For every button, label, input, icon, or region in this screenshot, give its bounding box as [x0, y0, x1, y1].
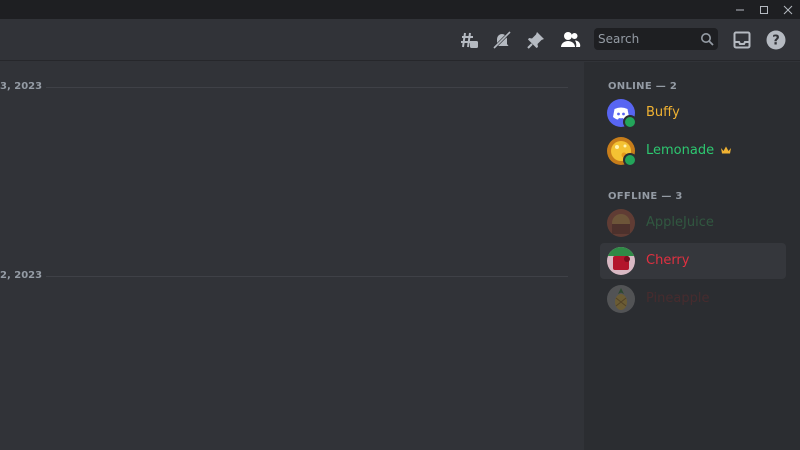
member-item-applejuice[interactable]: AppleJuice — [600, 205, 786, 241]
member-name: AppleJuice — [646, 215, 714, 230]
member-list: ONLINE — 2 Buffy Lemonade OFFLINE — 3 Ap… — [592, 62, 800, 450]
avatar — [607, 285, 635, 313]
minimize-icon[interactable] — [728, 0, 752, 19]
threads-icon[interactable] — [456, 28, 480, 52]
close-icon[interactable] — [776, 0, 800, 19]
member-name: Lemonade — [646, 143, 732, 159]
member-list-icon[interactable] — [558, 28, 582, 52]
online-status-icon — [623, 153, 637, 167]
maximize-icon[interactable] — [752, 0, 776, 19]
member-name: Cherry — [646, 253, 690, 268]
member-name: Pineapple — [646, 291, 710, 306]
offline-section-header: OFFLINE — 3 — [608, 191, 683, 202]
divider-date: 3, 2023 — [0, 79, 47, 95]
online-status-icon — [623, 115, 637, 129]
inbox-icon[interactable] — [730, 28, 754, 52]
member-item-pineapple[interactable]: Pineapple — [600, 281, 786, 317]
avatar — [607, 247, 635, 275]
svg-text:?: ? — [772, 34, 780, 49]
message-scrollbar[interactable] — [584, 62, 592, 450]
window-titlebar — [0, 0, 800, 19]
member-item-buffy[interactable]: Buffy — [600, 95, 786, 131]
pin-icon[interactable] — [524, 28, 548, 52]
search-input[interactable] — [598, 28, 694, 50]
help-icon[interactable]: ? — [764, 28, 788, 52]
search-bar[interactable] — [594, 28, 718, 50]
message-area: 3, 2023 2, 2023 — [0, 62, 585, 450]
member-name: Buffy — [646, 105, 680, 120]
member-item-lemonade[interactable]: Lemonade — [600, 133, 786, 169]
divider-date: 2, 2023 — [0, 268, 47, 284]
member-item-cherry[interactable]: Cherry — [600, 243, 786, 279]
online-section-header: ONLINE — 2 — [608, 81, 678, 92]
avatar — [607, 209, 635, 237]
mute-bell-icon[interactable] — [490, 28, 514, 52]
date-divider: 2, 2023 — [0, 268, 568, 284]
member-name-text: Lemonade — [646, 143, 715, 158]
channel-header: ? — [0, 19, 800, 61]
date-divider: 3, 2023 — [0, 79, 568, 95]
search-icon — [700, 31, 714, 50]
crown-icon — [721, 146, 732, 154]
